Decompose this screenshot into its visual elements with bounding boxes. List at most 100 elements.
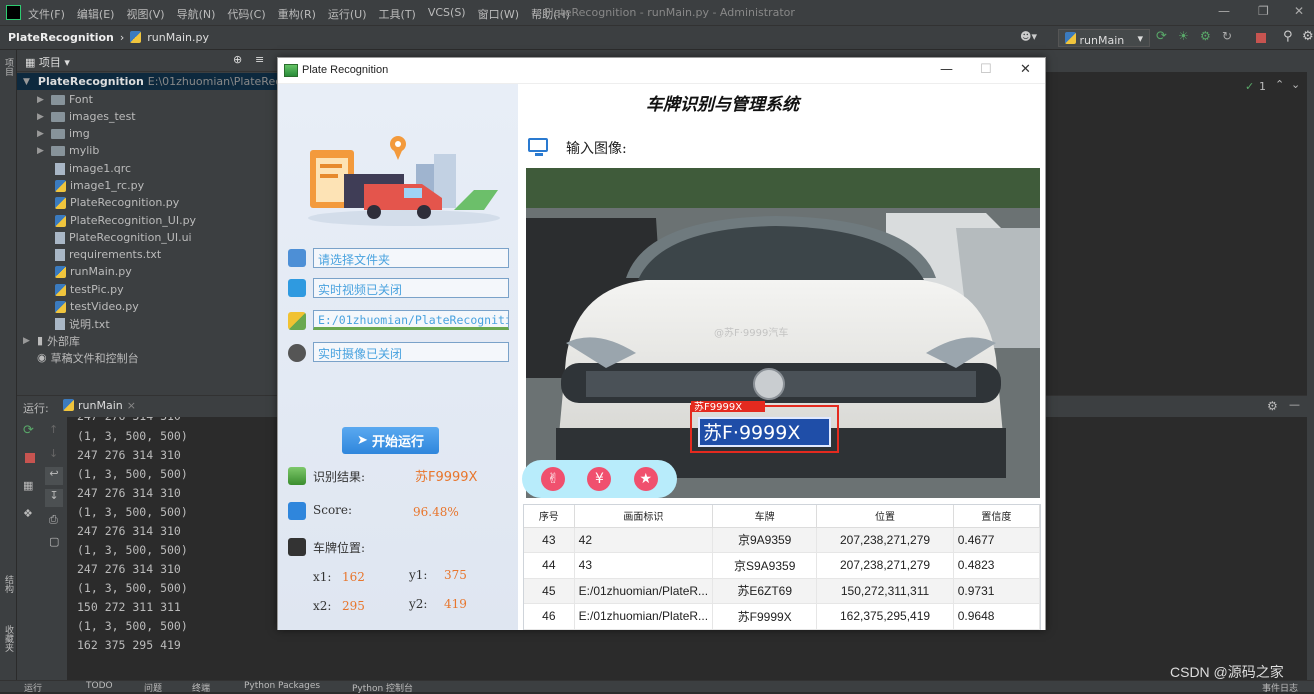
table-row[interactable]: 43 42 京9A9359 207,238,271,279 0.4677: [524, 527, 1041, 553]
results-table[interactable]: 序号 画面标识 车牌 位置 置信度 43 42 京9A9359 207,238,…: [523, 504, 1041, 630]
close-icon[interactable]: ×: [127, 399, 136, 412]
col-header-confidence[interactable]: 置信度: [953, 505, 1041, 528]
status-todo[interactable]: TODO: [86, 681, 113, 691]
start-button[interactable]: ➤ 开始运行: [342, 427, 439, 454]
status-run[interactable]: 运行: [24, 681, 42, 694]
tree-item-testpic[interactable]: testPic.py: [55, 281, 124, 298]
tree-item-font[interactable]: ▶ Font: [37, 91, 93, 108]
thumbs-up-icon[interactable]: ✌: [541, 467, 566, 491]
breadcrumb-project[interactable]: PlateRecognition: [8, 31, 114, 44]
breadcrumb-file[interactable]: runMain.py: [147, 31, 209, 44]
close-icon[interactable]: ✕: [1020, 62, 1031, 77]
video-field[interactable]: 实时视频已关闭: [313, 278, 509, 298]
image-file-icon[interactable]: [288, 312, 306, 330]
coin-icon[interactable]: ¥: [587, 467, 612, 491]
menu-navigate[interactable]: 导航(N): [177, 6, 216, 22]
folder-picker-icon[interactable]: [288, 249, 306, 267]
rerun-icon[interactable]: ⟳: [1156, 29, 1168, 44]
status-problems[interactable]: 问题: [144, 681, 162, 694]
tree-item-platerecognition-ui-ui[interactable]: PlateRecognition_UI.ui: [55, 229, 192, 246]
trash-icon[interactable]: ▢: [49, 535, 59, 548]
menu-tools[interactable]: 工具(T): [379, 6, 416, 22]
camera-icon[interactable]: [288, 344, 306, 362]
menu-refactor[interactable]: 重构(R): [278, 6, 316, 22]
folder-field[interactable]: 请选择文件夹: [313, 248, 509, 268]
target-icon[interactable]: ⊕: [233, 53, 242, 66]
tree-item-ext-libs[interactable]: ▶ ▮ 外部库: [23, 332, 80, 349]
tree-item-platerecognition-ui-py[interactable]: PlateRecognition_UI.py: [55, 212, 196, 229]
run-tab[interactable]: runMain ×: [63, 399, 136, 412]
project-header-label[interactable]: 项目: [39, 56, 61, 69]
tree-item-images-test[interactable]: ▶ images_test: [37, 108, 136, 125]
status-terminal[interactable]: 终端: [192, 681, 210, 694]
close-icon[interactable]: ✕: [1294, 4, 1304, 18]
chevron-down-icon[interactable]: ⌄: [1291, 78, 1300, 91]
menu-run[interactable]: 运行(U): [328, 6, 367, 22]
video-icon[interactable]: [288, 279, 306, 297]
tree-item-image1-qrc[interactable]: image1.qrc: [55, 160, 131, 177]
app-title: Plate Recognition: [302, 64, 389, 76]
chevron-up-icon[interactable]: ⌃: [1275, 78, 1284, 91]
debug-icon[interactable]: ☀: [1178, 29, 1190, 43]
profile-icon[interactable]: ↻: [1222, 29, 1234, 43]
tree-item-mylib[interactable]: ▶ mylib: [37, 142, 99, 159]
user-icon[interactable]: ☻▾: [1020, 30, 1037, 43]
arrow-up-icon[interactable]: ↑: [49, 423, 58, 436]
stripe-project[interactable]: 项目: [2, 58, 15, 76]
tree-item-readme[interactable]: 说明.txt: [55, 315, 110, 332]
inspection-count[interactable]: 1: [1259, 80, 1266, 93]
minimize-panel-icon[interactable]: —: [1289, 398, 1300, 411]
menu-code[interactable]: 代码(C): [227, 6, 265, 22]
camera-field[interactable]: 实时摄像已关闭: [313, 342, 509, 362]
tree-item-requirements[interactable]: requirements.txt: [55, 246, 161, 263]
minimize-icon[interactable]: —: [1218, 4, 1230, 18]
table-row[interactable]: 45 E:/01zhuomian/PlateR... 苏E6ZT69 150,2…: [524, 578, 1041, 604]
menu-view[interactable]: 视图(V): [126, 6, 164, 22]
run-config-select[interactable]: runMain ▾: [1058, 29, 1150, 47]
coverage-icon[interactable]: ⚙: [1200, 29, 1212, 43]
soft-wrap-icon[interactable]: ↩: [45, 467, 63, 485]
menu-edit[interactable]: 编辑(E): [77, 6, 115, 22]
rerun-icon[interactable]: ⟳: [23, 423, 34, 438]
stripe-favorites[interactable]: 收藏夹: [2, 625, 15, 652]
arrow-down-icon[interactable]: ↓: [49, 447, 58, 460]
tree-item-image1-rc[interactable]: image1_rc.py: [55, 177, 144, 194]
path-field[interactable]: E:/01zhuomian/PlateRecogniti: [313, 310, 509, 330]
col-header-frame[interactable]: 画面标识: [574, 505, 714, 528]
tree-item-runmain[interactable]: runMain.py: [55, 263, 132, 280]
search-icon[interactable]: ⚲: [1283, 29, 1293, 44]
tree-item-scratch[interactable]: ◉ 草稿文件和控制台: [37, 349, 139, 366]
tree-item-testvideo[interactable]: testVideo.py: [55, 298, 139, 315]
table-row[interactable]: 46 E:/01zhuomian/PlateR... 苏F9999X 162,3…: [524, 603, 1041, 630]
menu-window[interactable]: 窗口(W): [478, 6, 519, 22]
status-python-packages[interactable]: Python Packages: [244, 681, 320, 691]
gear-icon[interactable]: ⚙: [1267, 399, 1278, 413]
gear-icon[interactable]: ⚙: [1302, 29, 1314, 44]
col-header-plate[interactable]: 车牌: [712, 505, 818, 528]
maximize-icon[interactable]: ☐: [980, 62, 992, 77]
stop-icon[interactable]: [25, 453, 35, 463]
col-header-position[interactable]: 位置: [816, 505, 954, 528]
tree-item-platerecognition[interactable]: PlateRecognition.py: [55, 194, 179, 211]
restore-icon[interactable]: ❐: [1258, 4, 1269, 18]
col-header-index[interactable]: 序号: [524, 505, 575, 528]
table-row[interactable]: 44 43 京S9A9359 207,238,271,279 0.4823: [524, 552, 1041, 579]
menu-vcs[interactable]: VCS(S): [428, 6, 466, 22]
layout-icon[interactable]: ▦: [23, 479, 33, 492]
pin-icon[interactable]: ❖: [23, 507, 33, 520]
chevron-down-icon[interactable]: ▾: [64, 56, 70, 69]
tree-item-img[interactable]: ▶ img: [37, 125, 90, 142]
status-event-log[interactable]: 事件日志: [1262, 681, 1298, 694]
tree-item-label: 草稿文件和控制台: [50, 351, 139, 365]
stop-icon[interactable]: [1256, 33, 1266, 43]
minimize-icon[interactable]: —: [940, 62, 953, 77]
star-icon[interactable]: ★: [633, 467, 658, 491]
run-tab-label: runMain: [78, 399, 123, 412]
print-icon[interactable]: ⎙: [49, 513, 58, 527]
status-python-console[interactable]: Python 控制台: [352, 681, 413, 694]
menu-file[interactable]: 文件(F): [28, 6, 65, 22]
tree-root[interactable]: ▼ PlateRecognition E:\01zhuomian\PlateRe…: [17, 73, 288, 90]
collapse-icon[interactable]: ≡: [255, 53, 264, 66]
stripe-structure[interactable]: 结构: [2, 575, 15, 593]
scroll-end-icon[interactable]: ↧: [45, 489, 63, 507]
